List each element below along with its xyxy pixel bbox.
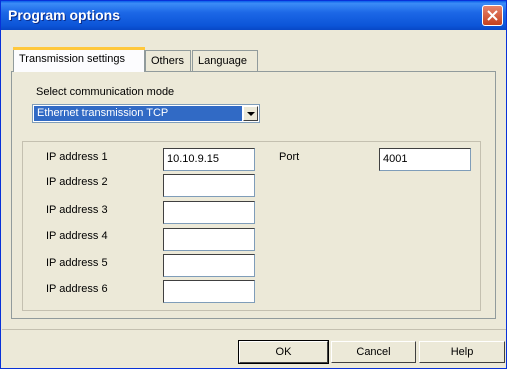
tab-language[interactable]: Language — [192, 50, 258, 71]
ip-address-6-label: IP address 6 — [46, 283, 108, 295]
ip-address-5-field[interactable] — [163, 254, 255, 277]
comm-mode-label: Select communication mode — [36, 86, 175, 98]
ip-address-2-field[interactable] — [163, 174, 255, 197]
ip-address-6-field[interactable] — [163, 280, 255, 303]
ip-address-1-value: 10.10.9.15 — [167, 153, 219, 165]
tab-transmission-settings[interactable]: Transmission settings — [13, 47, 145, 72]
tab-label: Language — [198, 55, 247, 67]
tab-others[interactable]: Others — [145, 50, 191, 71]
ip-address-3-label: IP address 3 — [46, 204, 108, 216]
help-button[interactable]: Help — [419, 341, 505, 363]
chevron-down-icon — [247, 112, 255, 116]
port-value: 4001 — [383, 153, 408, 165]
ip-address-5-label: IP address 5 — [46, 257, 108, 269]
cancel-button[interactable]: Cancel — [331, 341, 416, 363]
ok-button[interactable]: OK — [238, 340, 329, 364]
cancel-button-label: Cancel — [356, 346, 391, 358]
tab-label: Transmission settings — [19, 53, 125, 65]
help-button-label: Help — [450, 346, 474, 358]
ok-button-label: OK — [275, 346, 292, 358]
port-field[interactable]: 4001 — [379, 148, 471, 171]
ip-address-4-label: IP address 4 — [46, 230, 108, 242]
comm-mode-value: Ethernet transmission TCP — [34, 106, 242, 121]
port-label: Port — [279, 151, 300, 163]
tab-label: Others — [151, 55, 185, 67]
divider — [2, 329, 506, 330]
ip-address-3-field[interactable] — [163, 201, 255, 224]
title-bar[interactable]: Program options — [1, 1, 506, 30]
ip-address-4-field[interactable] — [163, 228, 255, 251]
close-button[interactable] — [482, 5, 503, 26]
ip-address-2-label: IP address 2 — [46, 176, 108, 188]
dropdown-button[interactable] — [243, 106, 258, 121]
ip-address-1-field[interactable]: 10.10.9.15 — [163, 148, 255, 171]
close-icon — [487, 10, 498, 21]
comm-mode-select[interactable]: Ethernet transmission TCP — [32, 104, 260, 123]
ip-address-1-label: IP address 1 — [46, 151, 108, 163]
window-title: Program options — [8, 7, 121, 23]
program-options-dialog: Program options Transmission settings Ot… — [0, 0, 507, 369]
